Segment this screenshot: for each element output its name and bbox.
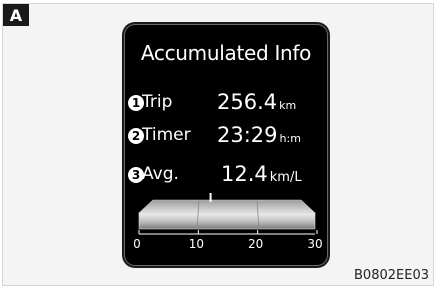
timer-row: 2 Timer 23:29 h:m: [125, 123, 327, 151]
instrument-cluster-display: Accumulated Info 1 Trip 256.4 km 2 Timer …: [125, 25, 327, 265]
trip-row: 1 Trip 256.4 km: [125, 90, 327, 118]
scale-label-0: 0: [133, 237, 141, 251]
scale-label-30: 30: [307, 237, 323, 251]
fuel-economy-gauge: [138, 193, 318, 235]
average-value-group: 12.4 km/L: [221, 162, 302, 186]
timer-value-group: 23:29 h:m: [217, 123, 301, 147]
trip-value-group: 256.4 km: [217, 90, 296, 114]
average-value: 12.4: [221, 162, 268, 186]
timer-label: Timer: [142, 125, 191, 145]
trip-unit: km: [279, 99, 297, 112]
gauge-top-face: [138, 199, 316, 214]
timer-unit: h:m: [279, 132, 301, 145]
average-label: Avg.: [142, 164, 179, 184]
panel-title: Accumulated Info: [140, 41, 312, 65]
gauge-body: [138, 212, 316, 230]
trip-label: Trip: [142, 92, 173, 112]
scale-label-10: 10: [188, 237, 204, 251]
figure-tag: A: [3, 4, 29, 26]
image-reference-code: B0802EE03: [354, 268, 429, 283]
scale-label-20: 20: [248, 237, 264, 251]
figure-frame: A Accumulated Info 1 Trip 256.4 km 2 Time…: [2, 3, 434, 286]
average-row: 3 Avg. 12.4 km/L: [125, 162, 327, 190]
trip-value: 256.4: [217, 90, 278, 114]
average-unit: km/L: [269, 170, 302, 185]
timer-value: 23:29: [217, 123, 278, 147]
